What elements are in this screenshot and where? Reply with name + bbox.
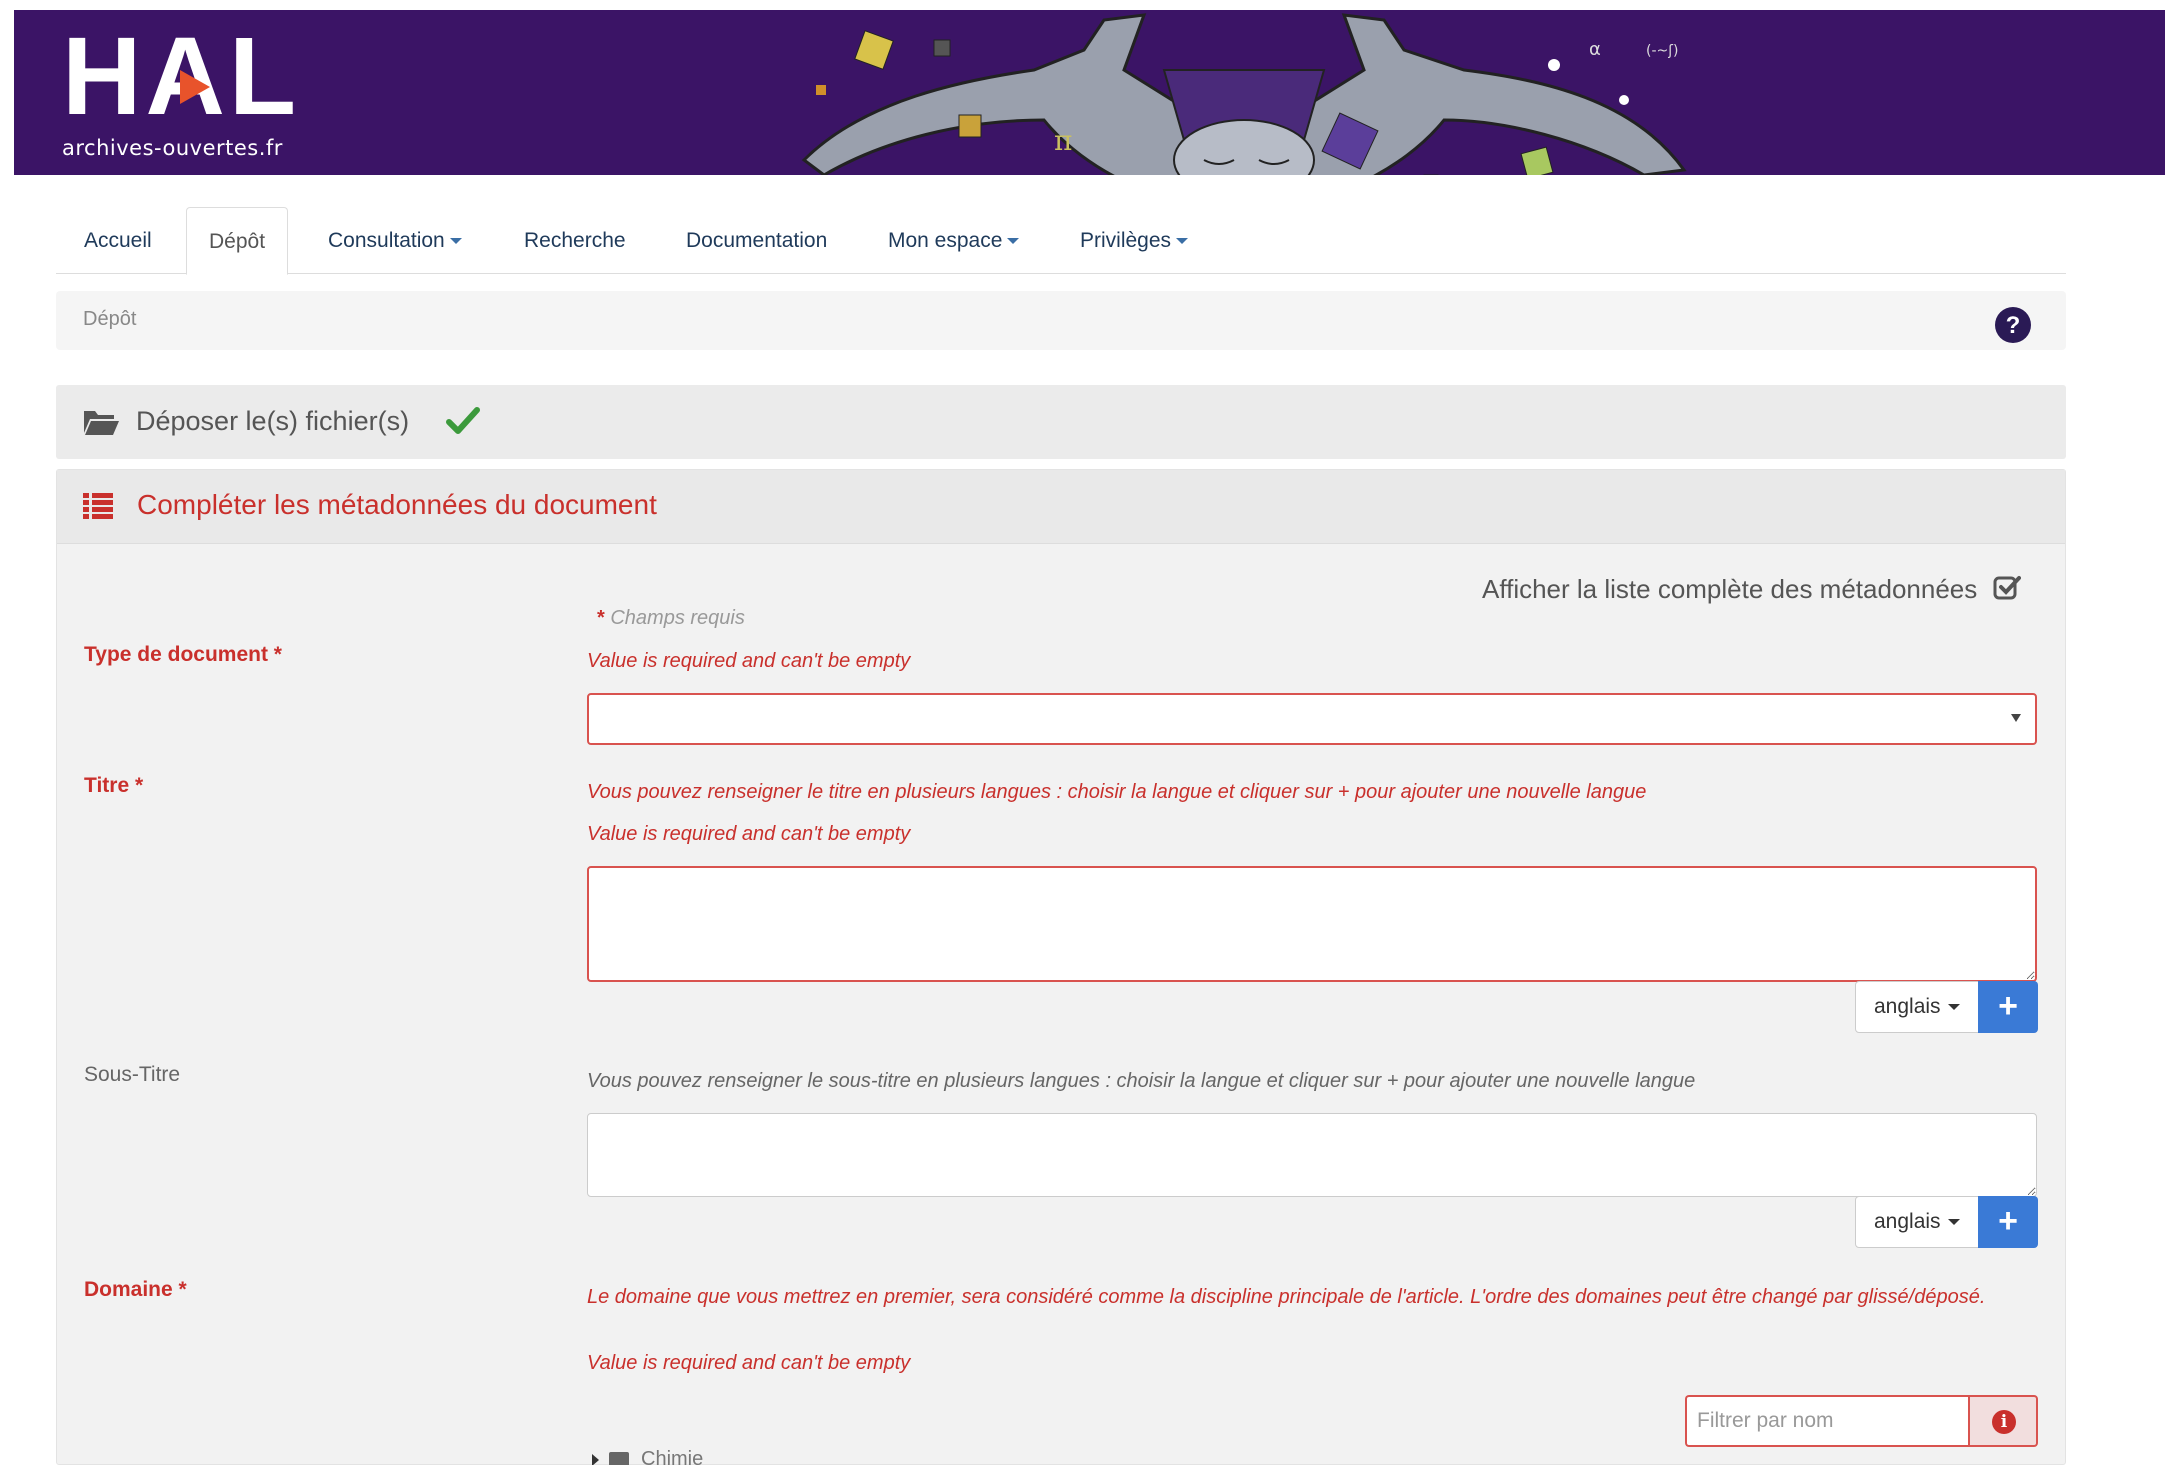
subtitle-label: Sous-Titre xyxy=(84,1063,181,1086)
domain-help: Le domaine que vous mettrez en premier, … xyxy=(587,1286,1986,1308)
main-nav: Accueil Dépôt Consultation Recherche Doc… xyxy=(56,207,2066,275)
hal-logo[interactable]: HAL archives-ouvertes.fr xyxy=(62,22,300,161)
tab-documentation[interactable]: Documentation xyxy=(664,207,849,274)
title-language-dropdown[interactable]: anglais xyxy=(1855,981,1979,1033)
doc-type-label: Type de document * xyxy=(84,643,282,666)
title-language-value: anglais xyxy=(1874,995,1941,1018)
required-fields-note: * Champs requis xyxy=(597,607,745,630)
required-note-text: Champs requis xyxy=(610,607,745,629)
step-metadata-header[interactable]: Compléter les métadonnées du document xyxy=(57,470,2065,544)
tab-label: Consultation xyxy=(328,229,445,252)
add-title-language-button[interactable]: + xyxy=(1978,981,2038,1033)
folder-icon xyxy=(609,1452,629,1465)
title-textarea[interactable] xyxy=(587,866,2037,982)
tab-label: Dépôt xyxy=(209,230,266,253)
question-circle-icon[interactable]: ? xyxy=(1994,306,2032,344)
svg-text:(-~ʃ): (-~ʃ) xyxy=(1646,43,1678,59)
step-upload-files[interactable]: Déposer le(s) fichier(s) xyxy=(56,385,2066,459)
tab-privileges[interactable]: Privilèges xyxy=(1058,207,1210,274)
folder-open-icon xyxy=(84,411,119,435)
breadcrumb-current: Dépôt xyxy=(83,308,137,330)
tab-mon-espace[interactable]: Mon espace xyxy=(866,207,1041,274)
add-subtitle-language-button[interactable]: + xyxy=(1978,1196,2038,1248)
subtitle-help: Vous pouvez renseigner le sous-titre en … xyxy=(587,1070,1696,1092)
subtitle-language-dropdown[interactable]: anglais xyxy=(1855,1196,1979,1248)
caret-down-icon xyxy=(1176,238,1189,245)
breadcrumb: Dépôt ? xyxy=(56,291,2066,350)
list-icon xyxy=(83,493,113,519)
subtitle-textarea[interactable] xyxy=(587,1113,2037,1197)
check-square-icon[interactable] xyxy=(1993,574,2021,602)
banner-illustration: (-~ʃ) α π xyxy=(801,13,1687,175)
title-error: Value is required and can't be empty xyxy=(587,823,911,845)
title-label: Titre * xyxy=(84,774,144,797)
tab-recherche[interactable]: Recherche xyxy=(502,207,648,274)
tab-consultation[interactable]: Consultation xyxy=(306,207,484,274)
check-icon xyxy=(446,407,480,434)
domain-filter-input[interactable] xyxy=(1685,1395,1969,1447)
logo-triangle-icon xyxy=(180,70,210,104)
step-upload-title: Déposer le(s) fichier(s) xyxy=(136,406,410,436)
domain-filter-info-button[interactable]: i xyxy=(1968,1395,2038,1447)
doc-type-error: Value is required and can't be empty xyxy=(587,650,911,672)
subtitle-language-value: anglais xyxy=(1874,1210,1941,1233)
dropdown-arrow-icon xyxy=(2011,714,2021,722)
caret-down-icon xyxy=(1007,238,1020,245)
required-star: * xyxy=(597,607,605,629)
svg-text:π: π xyxy=(1054,124,1072,157)
tab-label: Privilèges xyxy=(1080,229,1172,252)
svg-text:α: α xyxy=(1589,39,1601,60)
tab-accueil[interactable]: Accueil xyxy=(62,207,174,274)
tab-label: Documentation xyxy=(686,229,828,252)
caret-right-icon[interactable] xyxy=(592,1453,599,1465)
svg-text:?: ? xyxy=(2006,312,2021,339)
tab-label: Accueil xyxy=(84,229,152,252)
logo-subtitle: archives-ouvertes.fr xyxy=(62,136,283,160)
domain-label: Domaine * xyxy=(84,1278,187,1301)
info-circle-icon: i xyxy=(1992,1410,2016,1434)
tab-label: Mon espace xyxy=(888,229,1003,252)
site-banner: HAL archives-ouvertes.fr (-~ʃ) α π xyxy=(14,10,2165,175)
caret-down-icon xyxy=(1947,1219,1960,1226)
show-all-metadata-link[interactable]: Afficher la liste complète des métadonné… xyxy=(1482,574,1977,605)
doc-type-select[interactable] xyxy=(587,693,2037,745)
domain-error: Value is required and can't be empty xyxy=(587,1352,911,1374)
caret-down-icon xyxy=(1947,1004,1960,1011)
tab-depot[interactable]: Dépôt xyxy=(186,207,289,275)
domain-tree-label: Chimie xyxy=(641,1448,704,1465)
title-help: Vous pouvez renseigner le titre en plusi… xyxy=(587,781,1647,803)
tab-label: Recherche xyxy=(524,229,626,252)
caret-down-icon xyxy=(449,238,462,245)
step-metadata-title: Compléter les métadonnées du document xyxy=(137,489,657,520)
domain-tree-item[interactable]: Chimie xyxy=(592,1448,703,1465)
